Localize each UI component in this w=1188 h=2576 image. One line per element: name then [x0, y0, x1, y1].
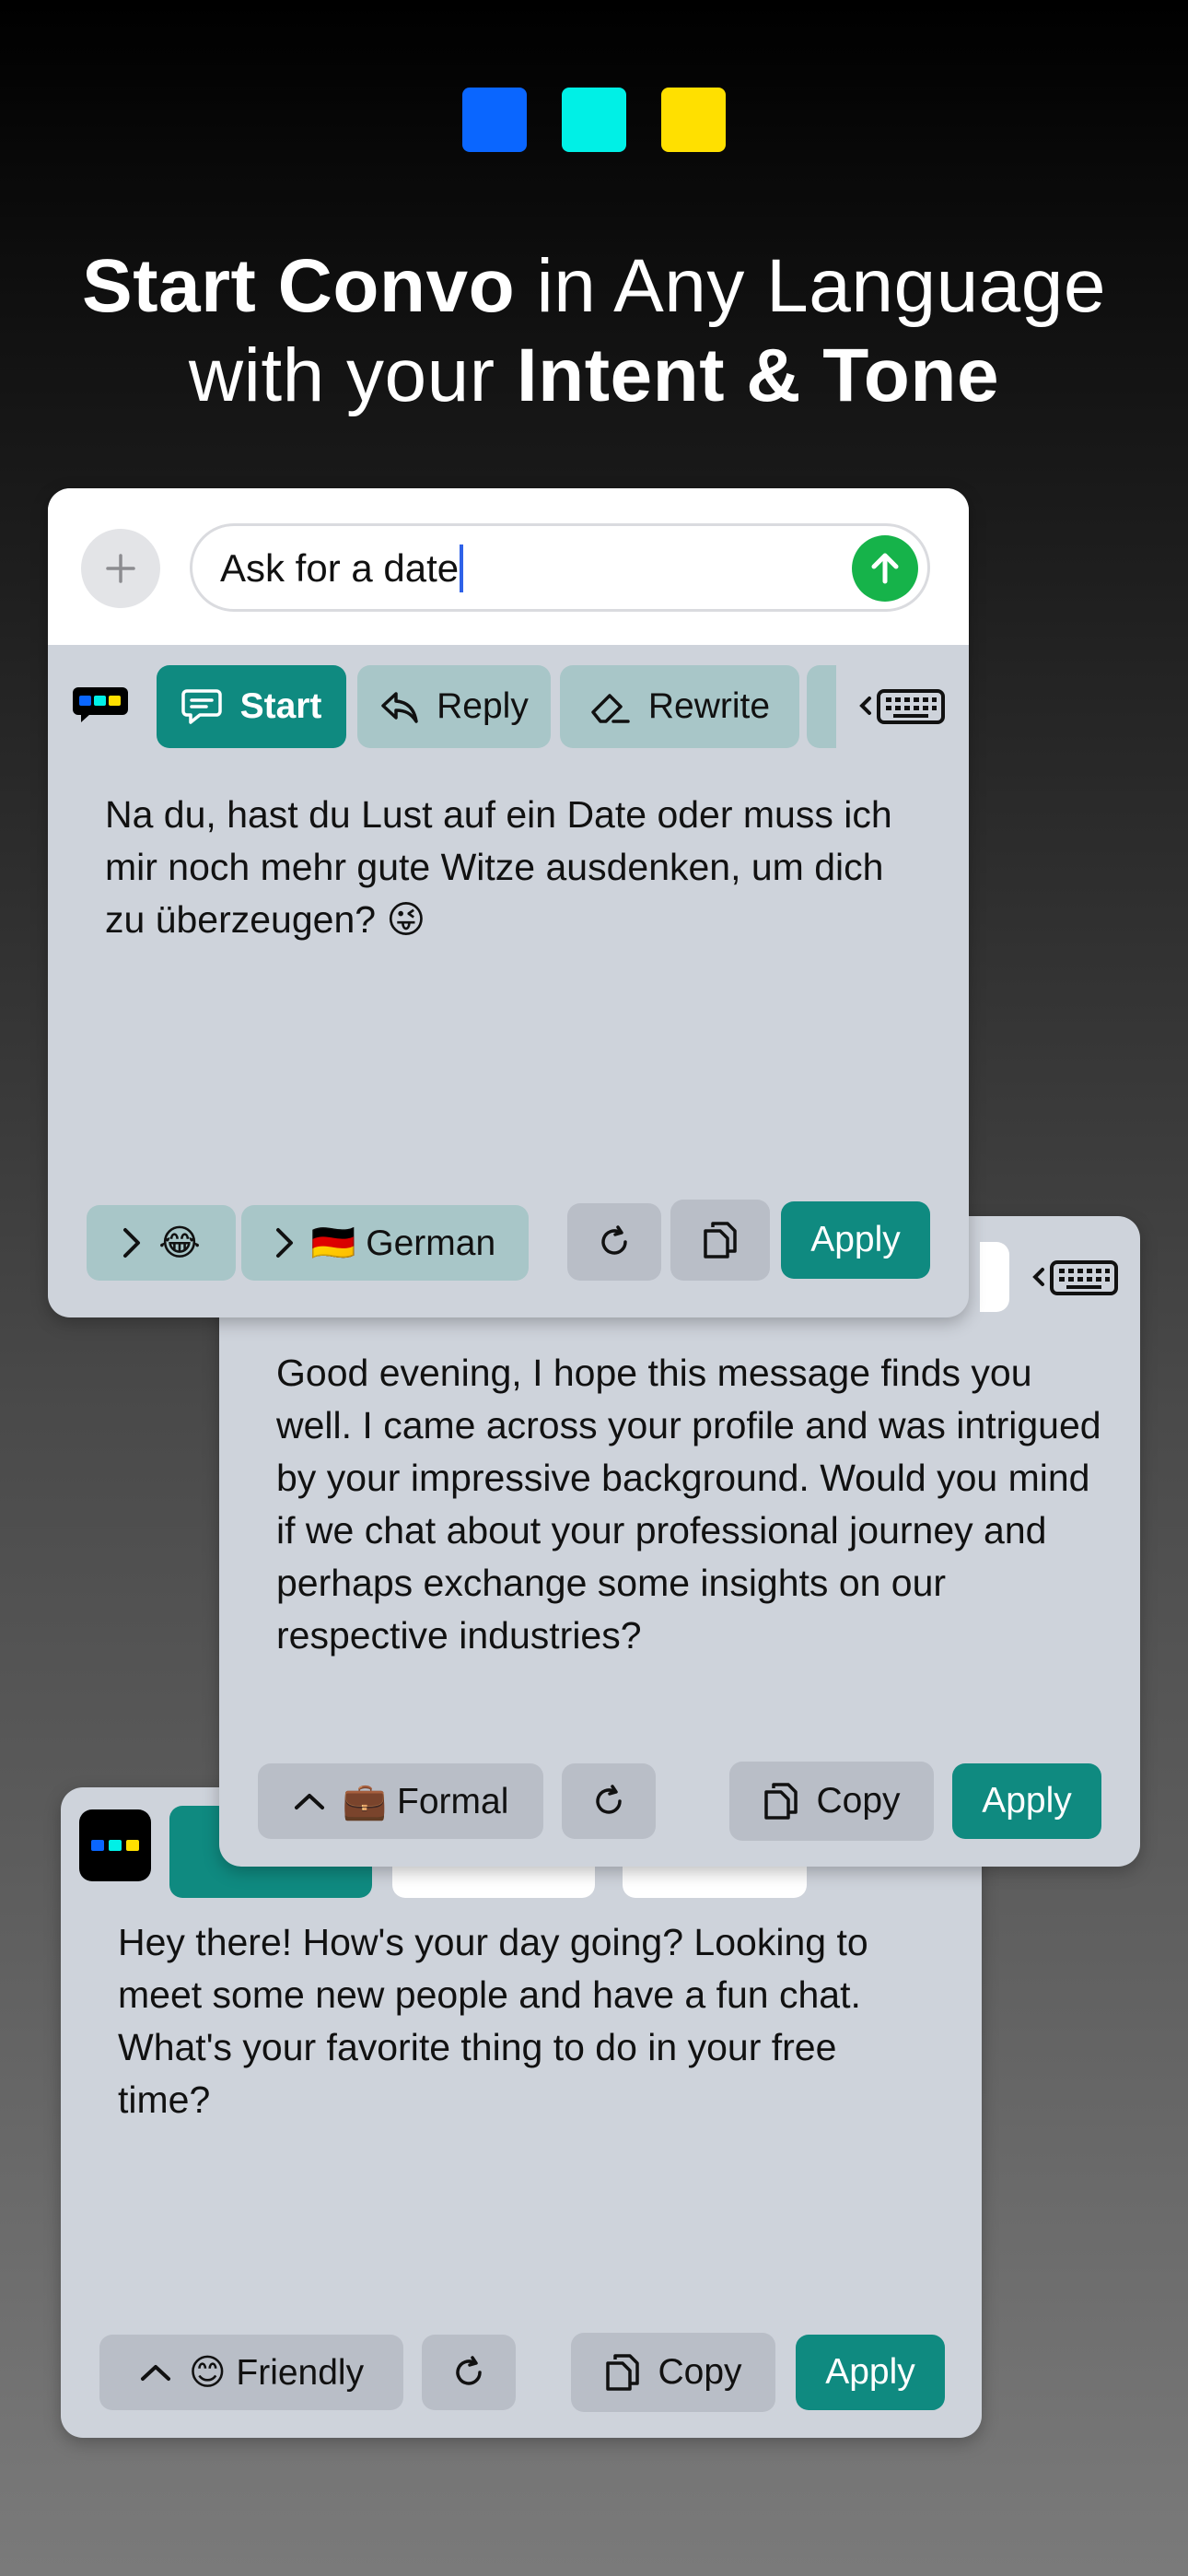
yellow-square — [661, 88, 726, 152]
tone-label: 😊 Friendly — [188, 2352, 365, 2393]
regenerate-button[interactable] — [422, 2335, 516, 2410]
refresh-icon — [596, 1785, 622, 1814]
copy-button[interactable]: Copy — [571, 2333, 775, 2412]
chevron-up-icon — [140, 2365, 170, 2381]
apply-button[interactable]: Apply — [781, 1201, 930, 1279]
copy-button[interactable]: Copy — [729, 1762, 934, 1841]
copy-icon — [764, 1783, 798, 1820]
apply-button[interactable]: Apply — [952, 1763, 1101, 1839]
prompt-input-value: Ask for a date — [220, 546, 460, 590]
text-caret — [460, 544, 464, 592]
regenerate-button[interactable] — [562, 1763, 656, 1839]
copy-icon — [704, 1222, 737, 1259]
tone-label: 💼 Formal — [342, 1782, 509, 1821]
keyboard-toggle[interactable] — [1030, 1249, 1122, 1305]
headline-line-1: Start Convo in Any Language — [82, 244, 1106, 328]
tone-selector[interactable]: 💼 Formal — [258, 1763, 543, 1839]
copy-icon — [606, 2354, 640, 2391]
regenerate-button[interactable] — [567, 1203, 661, 1281]
headline-line-2: with your Intent & Tone — [188, 334, 1000, 417]
plus-icon — [106, 554, 135, 583]
app-logo-icon[interactable] — [70, 682, 131, 728]
language-label: 🇩🇪 German — [310, 1224, 496, 1263]
german-message[interactable]: Na du, hast du Lust auf ein Date oder mu… — [105, 789, 915, 946]
chat-bubble-icon — [181, 689, 222, 724]
keyboard-icon — [859, 689, 945, 724]
apply-button[interactable]: Apply — [796, 2335, 945, 2410]
tab-next-partial[interactable] — [807, 665, 836, 748]
start-card: Ask for a date Start Reply Rewrite Na du… — [48, 488, 969, 1317]
refresh-icon — [456, 2356, 482, 2385]
brand-squares — [0, 88, 1188, 152]
add-button[interactable] — [81, 529, 160, 608]
language-selector[interactable]: 🇩🇪 German — [241, 1205, 529, 1281]
chevron-right-icon — [123, 1228, 141, 1258]
copy-button[interactable] — [670, 1200, 770, 1281]
formal-message[interactable]: Good evening, I hope this message finds … — [276, 1347, 1105, 1662]
send-arrow-icon — [871, 553, 899, 584]
emoji-selector[interactable]: 😂 — [87, 1205, 236, 1281]
tab-edge-partial[interactable] — [980, 1242, 1009, 1312]
tab-start[interactable]: Start — [157, 665, 346, 748]
input-bar: Ask for a date — [48, 488, 969, 645]
friendly-card: Hey there! How's your day going? Looking… — [61, 1787, 982, 2438]
reply-arrow-icon — [381, 692, 418, 723]
keyboard-icon — [1032, 1260, 1118, 1295]
app-logo-icon[interactable] — [79, 1809, 151, 1881]
cyan-square — [562, 88, 626, 152]
blue-square — [462, 88, 527, 152]
prompt-input[interactable]: Ask for a date — [190, 523, 930, 612]
friendly-message[interactable]: Hey there! How's your day going? Looking… — [118, 1916, 928, 2126]
headline: Start Convo in Any Language with your In… — [0, 241, 1188, 420]
chevron-up-icon — [294, 1794, 324, 1809]
chevron-right-icon — [275, 1228, 293, 1258]
tone-selector[interactable]: 😊 Friendly — [99, 2335, 403, 2410]
eraser-icon — [591, 694, 630, 723]
keyboard-toggle[interactable] — [855, 678, 950, 733]
emoji-value: 😂 — [158, 1223, 201, 1263]
tab-rewrite[interactable]: Rewrite — [560, 665, 799, 748]
send-button[interactable] — [852, 535, 918, 602]
refresh-icon — [601, 1225, 627, 1255]
tab-reply[interactable]: Reply — [357, 665, 551, 748]
